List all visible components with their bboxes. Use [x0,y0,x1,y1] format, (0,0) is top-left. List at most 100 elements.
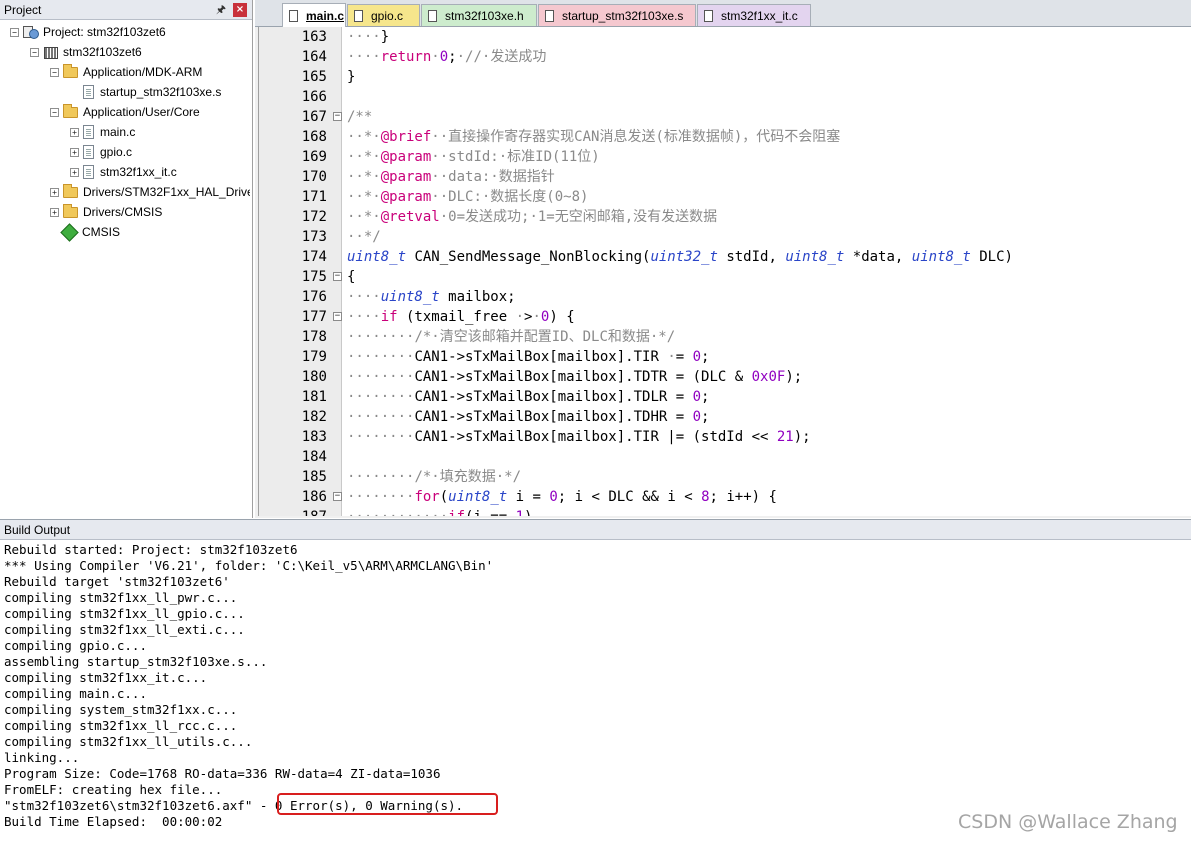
build-output-line: compiling main.c... [4,686,147,701]
code-token: { [347,269,356,285]
line-number: 170 [301,169,327,185]
tree-item-file[interactable]: + main.c [70,122,135,142]
tree-item-project[interactable]: − Project: stm32f103zet6 [10,22,166,42]
collapse-icon[interactable]: − [30,47,39,57]
build-output-line: compiling stm32f1xx_ll_utils.c... [4,734,253,749]
tree-item-file[interactable]: + stm32f1xx_it.c [70,162,177,182]
code-token: ; [701,389,710,405]
code-text: ········CAN1->sTxMailBox[mailbox].TDLR =… [347,387,709,407]
code-text: ········for(uint8_t i = 0; i < DLC && i … [347,487,777,507]
tree-item-folder[interactable]: − Application/User/Core [50,102,200,122]
code-line[interactable]: 172 ··*·@retval·0=发送成功;·1=无空闲邮箱,没有发送数据 [259,207,1191,227]
tree-item-folder[interactable]: + Drivers/CMSIS [50,202,162,222]
line-number: 167 [301,109,327,125]
code-line[interactable]: 185 ········/*·填充数据·*/ [259,467,1191,487]
code-token: i = [507,489,550,505]
tree-item-folder[interactable]: + Drivers/STM32F1xx_HAL_Driver [50,182,250,202]
code-text: ········/*·填充数据·*/ [347,467,521,487]
fold-toggle-icon[interactable]: − [333,492,342,501]
tab-stm32f103xe-h[interactable]: stm32f103xe.h [421,4,537,26]
tree-item-cmsis[interactable]: CMSIS [50,222,120,242]
fold-toggle-icon[interactable]: − [333,112,342,121]
tree-item-label: stm32f1xx_it.c [100,165,177,179]
tree-item-file[interactable]: startup_stm32f103xe.s [70,82,221,102]
code-token: ); [793,429,811,445]
expand-icon[interactable]: + [50,207,59,217]
code-text: ········CAN1->sTxMailBox[mailbox].TDHR =… [347,407,709,427]
code-token: uint8_t [448,489,508,505]
line-number: 178 [301,329,327,345]
code-text: ··*·@param··stdId:·标准ID(11位) [347,147,600,167]
collapse-icon[interactable]: − [50,107,59,117]
build-output-text[interactable]: Rebuild started: Project: stm32f103zet6 *… [4,542,1184,830]
code-line[interactable]: 174 uint8_t CAN_SendMessage_NonBlocking(u… [259,247,1191,267]
code-line[interactable]: 184 [259,447,1191,467]
code-token: /*·清空该邮箱并配置ID、DLC和数据·*/ [414,329,676,345]
folder-icon [63,183,78,198]
tree-item-file[interactable]: + gpio.c [70,142,132,162]
code-line[interactable]: 165} [259,67,1191,87]
expand-icon[interactable]: + [70,147,79,157]
code-line[interactable]: 179 ········CAN1->sTxMailBox[mailbox].TIR… [259,347,1191,367]
fold-toggle-icon[interactable]: − [333,272,342,281]
tab-gpio-c[interactable]: gpio.c [347,4,420,26]
code-token: · [456,49,466,65]
code-token: } [347,69,356,85]
code-line[interactable]: 178 ········/*·清空该邮箱并配置ID、DLC和数据·*/ [259,327,1191,347]
code-line[interactable]: 171 ··*·@param··DLC:·数据长度(0~8) [259,187,1191,207]
code-token: stdId, [717,249,786,265]
code-line[interactable]: 169 ··*·@param··stdId:·标准ID(11位) [259,147,1191,167]
pin-icon[interactable]: 🖈 [215,3,227,16]
code-line[interactable]: 175−{ [259,267,1191,287]
expand-icon[interactable]: + [70,127,79,137]
fold-toggle-icon[interactable]: − [333,312,342,321]
line-number: 179 [301,349,327,365]
tree-item-label: stm32f103zet6 [63,45,142,59]
tab-stm32f1xx-it-c[interactable]: stm32f1xx_it.c [697,4,811,26]
code-line[interactable]: 187 ············if(i == 1) [259,507,1191,516]
build-output-line: assembling startup_stm32f103xe.s... [4,654,268,669]
code-line[interactable]: 163 ····} [259,27,1191,47]
close-icon[interactable]: × [233,3,247,17]
expand-icon[interactable]: + [50,187,59,197]
code-line[interactable]: 182 ········CAN1->sTxMailBox[mailbox].TDH… [259,407,1191,427]
line-number: 169 [301,149,327,165]
expand-icon[interactable]: + [70,167,79,177]
code-editor[interactable]: 163 ····} 164 ····return·0;·//·发送成功 165} 166 1… [258,27,1191,516]
code-line[interactable]: 177− ····if (txmail_free ·>·0) { [259,307,1191,327]
build-output-line: compiling stm32f1xx_it.c... [4,670,208,685]
collapse-icon[interactable]: − [50,67,59,77]
code-line[interactable]: 167−/** [259,107,1191,127]
code-line[interactable]: 180 ········CAN1->sTxMailBox[mailbox].TDT… [259,367,1191,387]
tab-startup-stm32f103xe-s[interactable]: startup_stm32f103xe.s [538,4,696,26]
code-line[interactable]: 186− ········for(uint8_t i = 0; i < DLC &… [259,487,1191,507]
line-number: 185 [301,469,327,485]
line-number: 184 [301,449,327,465]
code-line[interactable]: 181 ········CAN1->sTxMailBox[mailbox].TDL… [259,387,1191,407]
line-number: 172 [301,209,327,225]
tree-item-label: Application/MDK-ARM [83,65,203,79]
code-line[interactable]: 170 ··*·@param··data:·数据指针 [259,167,1191,187]
tree-item-folder[interactable]: − Application/MDK-ARM [50,62,202,82]
code-token: uint8_t [380,289,440,305]
folder-icon [63,63,78,78]
code-token: ············ [347,509,448,516]
build-output-title: Build Output [4,523,71,537]
code-line[interactable]: 176 ····uint8_t mailbox; [259,287,1191,307]
tree-item-label: Drivers/STM32F1xx_HAL_Driver [83,185,250,199]
code-token: @retval [380,209,440,225]
code-token: *data, [844,249,912,265]
code-token: @param [380,149,432,165]
code-line[interactable]: 166 [259,87,1191,107]
code-token: ··*· [347,129,381,145]
code-token: 0 [692,349,702,365]
build-output-header: Build Output [0,520,1191,540]
code-line[interactable]: 164 ····return·0;·//·发送成功 [259,47,1191,67]
tab-main-c[interactable]: main.c [282,3,346,27]
tree-item-target[interactable]: − stm32f103zet6 [30,42,142,62]
code-line[interactable]: 168 ··*·@brief··直接操作寄存器实现CAN消息发送(标准数据帧)，代… [259,127,1191,147]
code-token: ········ [347,349,415,365]
collapse-icon[interactable]: − [10,27,19,37]
code-line[interactable]: 183 ········CAN1->sTxMailBox[mailbox].TIR… [259,427,1191,447]
code-line[interactable]: 173 ··*/ [259,227,1191,247]
